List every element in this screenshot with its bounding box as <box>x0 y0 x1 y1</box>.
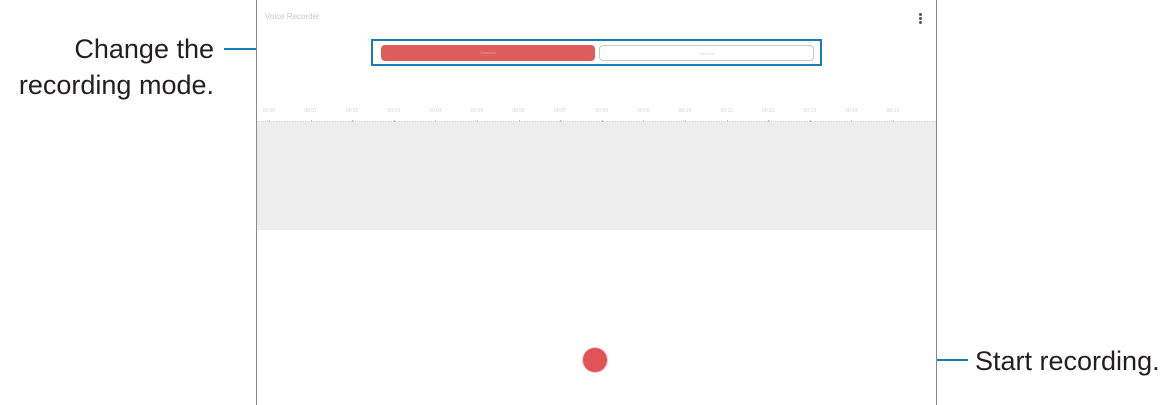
callout-mode-line2: recording mode. <box>18 70 214 100</box>
callout-start-recording: Start recording. <box>975 346 1160 376</box>
timeline-tick-label: 00:08 <box>595 108 609 114</box>
app-title: Voice Recorder <box>265 12 320 21</box>
timeline-tick-label: 00:14 <box>845 108 858 114</box>
recording-mode-selector: Standard Interview <box>371 39 822 66</box>
timeline-tick-label: 00:04 <box>429 108 442 114</box>
voice-recorder-screen: Voice Recorder Standard Interview 00:00 0… <box>256 0 937 405</box>
timeline-tick-label: 00:07 <box>553 108 567 114</box>
callout-change-recording-mode: Change the recording mode. <box>0 31 214 103</box>
timeline-tick-label: 00:10 <box>678 108 692 114</box>
callout-mode-line1: Change the <box>74 34 214 64</box>
timeline-tick-label: 00:03 <box>387 108 401 114</box>
waveform-area <box>257 122 936 230</box>
more-options-icon[interactable] <box>919 13 923 25</box>
timeline-tick-label: 00:02 <box>345 108 359 114</box>
timeline-tick-label: 00:09 <box>637 108 650 114</box>
timeline-tick-label: 00:00 <box>262 108 276 114</box>
timeline-tick-label: 00:11 <box>720 108 733 114</box>
record-button[interactable] <box>583 348 607 372</box>
timeline-tick-label: 00:15 <box>886 108 900 114</box>
mode-standard-button[interactable]: Standard <box>381 45 595 61</box>
timeline-tick-label: 00:06 <box>512 108 525 114</box>
timeline-tick-label: 00:05 <box>470 108 484 114</box>
mode-interview-button[interactable]: Interview <box>599 45 814 61</box>
timeline-tick-label: 00:13 <box>803 108 817 114</box>
timeline-tick-label: 00:01 <box>304 108 317 114</box>
timeline-tick-label: 00:12 <box>761 108 775 114</box>
